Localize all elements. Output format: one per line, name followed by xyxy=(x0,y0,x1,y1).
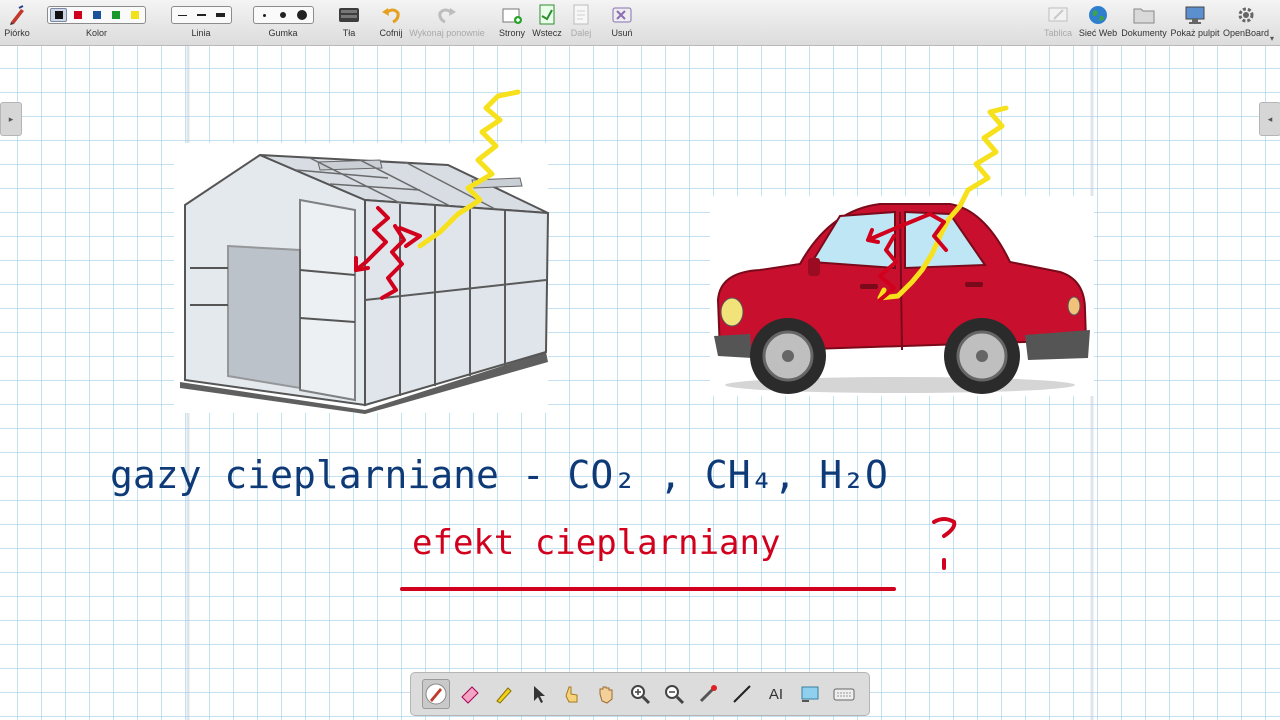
delete-icon xyxy=(612,7,632,23)
add-page-icon xyxy=(502,8,522,24)
documents-label: Dokumenty xyxy=(1121,28,1167,38)
line-width-selector xyxy=(170,6,232,24)
text-tool-icon: AI xyxy=(768,685,784,703)
eraser-large-button[interactable] xyxy=(294,8,311,22)
line-medium-button[interactable] xyxy=(193,8,210,22)
hand-tool[interactable] xyxy=(592,679,620,709)
board-icon xyxy=(1048,7,1068,22)
color-swatch-black[interactable] xyxy=(50,8,67,22)
back-button[interactable]: Wstecz xyxy=(532,0,562,45)
background-label: Tła xyxy=(342,28,356,38)
line-thin-button[interactable] xyxy=(174,8,191,22)
greenhouse-image[interactable] xyxy=(174,143,550,414)
zoom-out-icon xyxy=(665,685,685,705)
board-canvas[interactable]: gazy cieplarniane - CO₂ , CH₄, H₂O efekt… xyxy=(0,46,1280,720)
pen-button[interactable]: Piórko xyxy=(4,0,30,45)
line-thick-button[interactable] xyxy=(212,8,229,22)
pen-tool[interactable] xyxy=(422,679,450,709)
undo-icon xyxy=(382,8,400,24)
line-icon xyxy=(733,685,751,703)
next-label: Dalej xyxy=(570,28,592,38)
interact-tool[interactable] xyxy=(558,679,586,709)
hand-icon xyxy=(599,686,613,704)
left-panel-toggle[interactable]: ▸ xyxy=(0,102,22,136)
pointer-hand-icon xyxy=(565,686,578,703)
delete-label: Usuń xyxy=(611,28,633,38)
handwritten-line-greenhouse-effect: efekt cieplarniany xyxy=(412,523,780,563)
zoom-in-icon xyxy=(631,685,651,705)
laser-pointer-icon xyxy=(699,685,717,703)
color-group: Kolor xyxy=(40,0,153,45)
pen-icon xyxy=(10,5,24,25)
question-mark xyxy=(932,517,957,570)
redo-button[interactable]: Wykonaj ponownie xyxy=(408,0,486,45)
eraser-tool[interactable] xyxy=(456,679,484,709)
page-back-icon xyxy=(539,4,555,25)
marker-tool[interactable] xyxy=(490,679,518,709)
line-tool[interactable] xyxy=(728,679,756,709)
board-label: Tablica xyxy=(1043,28,1072,38)
delete-button[interactable]: Usuń xyxy=(608,0,636,45)
page-next-icon xyxy=(573,4,589,25)
cursor-arrow-icon xyxy=(534,686,545,703)
pen-icon xyxy=(425,683,447,705)
globe-icon xyxy=(1089,6,1107,24)
next-button[interactable]: Dalej xyxy=(568,0,594,45)
color-swatch-green[interactable] xyxy=(107,8,124,22)
keyboard-tool[interactable] xyxy=(830,679,858,709)
board-button[interactable]: Tablica xyxy=(1042,0,1074,45)
tool-palette: AI xyxy=(410,672,870,716)
color-label: Kolor xyxy=(85,28,107,38)
undo-button[interactable]: Cofnij xyxy=(376,0,406,45)
documents-button[interactable]: Dokumenty xyxy=(1121,0,1167,45)
background-icon xyxy=(339,8,359,22)
line-label: Linia xyxy=(191,28,211,38)
redo-icon xyxy=(438,8,456,24)
desktop-icon xyxy=(1185,6,1205,24)
color-selector xyxy=(47,6,146,24)
eraser-label: Gumka xyxy=(268,28,298,38)
selector-tool[interactable] xyxy=(524,679,552,709)
text-tool[interactable]: AI xyxy=(762,679,790,709)
zoom-out-tool[interactable] xyxy=(660,679,688,709)
openboard-menu-button[interactable]: OpenBoard xyxy=(1223,0,1269,45)
desktop-label: Pokaż pulpit xyxy=(1170,28,1220,38)
chevron-down-icon[interactable]: ▾ xyxy=(1270,34,1274,43)
right-panel-toggle[interactable]: ◂ xyxy=(1259,102,1280,136)
show-desktop-button[interactable]: Pokaż pulpit xyxy=(1170,0,1220,45)
zoom-in-tool[interactable] xyxy=(626,679,654,709)
keyboard-icon xyxy=(833,688,855,701)
marker-icon xyxy=(496,687,512,704)
capture-icon xyxy=(801,686,819,702)
line-group: Linia xyxy=(166,0,236,45)
color-swatch-red[interactable] xyxy=(69,8,86,22)
back-label: Wstecz xyxy=(532,28,562,38)
redo-label: Wykonaj ponownie xyxy=(409,28,485,38)
eraser-group: Gumka xyxy=(248,0,318,45)
web-button[interactable]: Sieć Web xyxy=(1079,0,1117,45)
handwritten-line-greenhouse-gases: gazy cieplarniane - CO₂ , CH₄, H₂O xyxy=(110,453,888,497)
eraser-size-selector xyxy=(252,6,314,24)
background-button[interactable]: Tła xyxy=(334,0,364,45)
web-label: Sieć Web xyxy=(1078,28,1118,38)
color-swatch-yellow[interactable] xyxy=(126,8,143,22)
gear-icon xyxy=(1238,7,1254,23)
pages-button[interactable]: Strony xyxy=(498,0,526,45)
laser-pointer-tool[interactable] xyxy=(694,679,722,709)
pen-label: Piórko xyxy=(4,28,30,38)
board-drawing: gazy cieplarniane - CO₂ , CH₄, H₂O efekt… xyxy=(110,46,1094,720)
eraser-icon xyxy=(461,686,479,704)
color-swatch-blue[interactable] xyxy=(88,8,105,22)
eraser-small-button[interactable] xyxy=(256,8,273,22)
eraser-medium-button[interactable] xyxy=(275,8,292,22)
main-toolbar: Piórko Kolor Linia Gumka Tła Cofnij Wyko… xyxy=(0,0,1280,46)
capture-tool[interactable] xyxy=(796,679,824,709)
folder-icon xyxy=(1133,8,1155,24)
undo-label: Cofnij xyxy=(379,28,403,38)
pages-label: Strony xyxy=(498,28,525,38)
openboard-label: OpenBoard xyxy=(1222,28,1270,38)
